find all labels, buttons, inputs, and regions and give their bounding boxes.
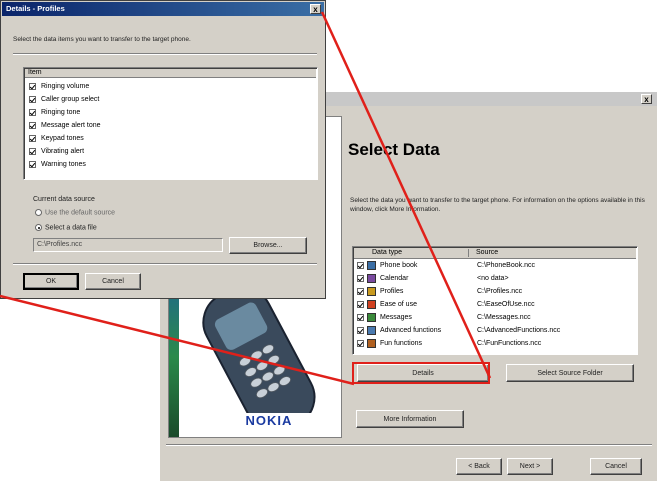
callout-line-top: [320, 11, 492, 379]
callout-line-bottom: [0, 294, 355, 386]
callout-lines: [0, 11, 492, 386]
